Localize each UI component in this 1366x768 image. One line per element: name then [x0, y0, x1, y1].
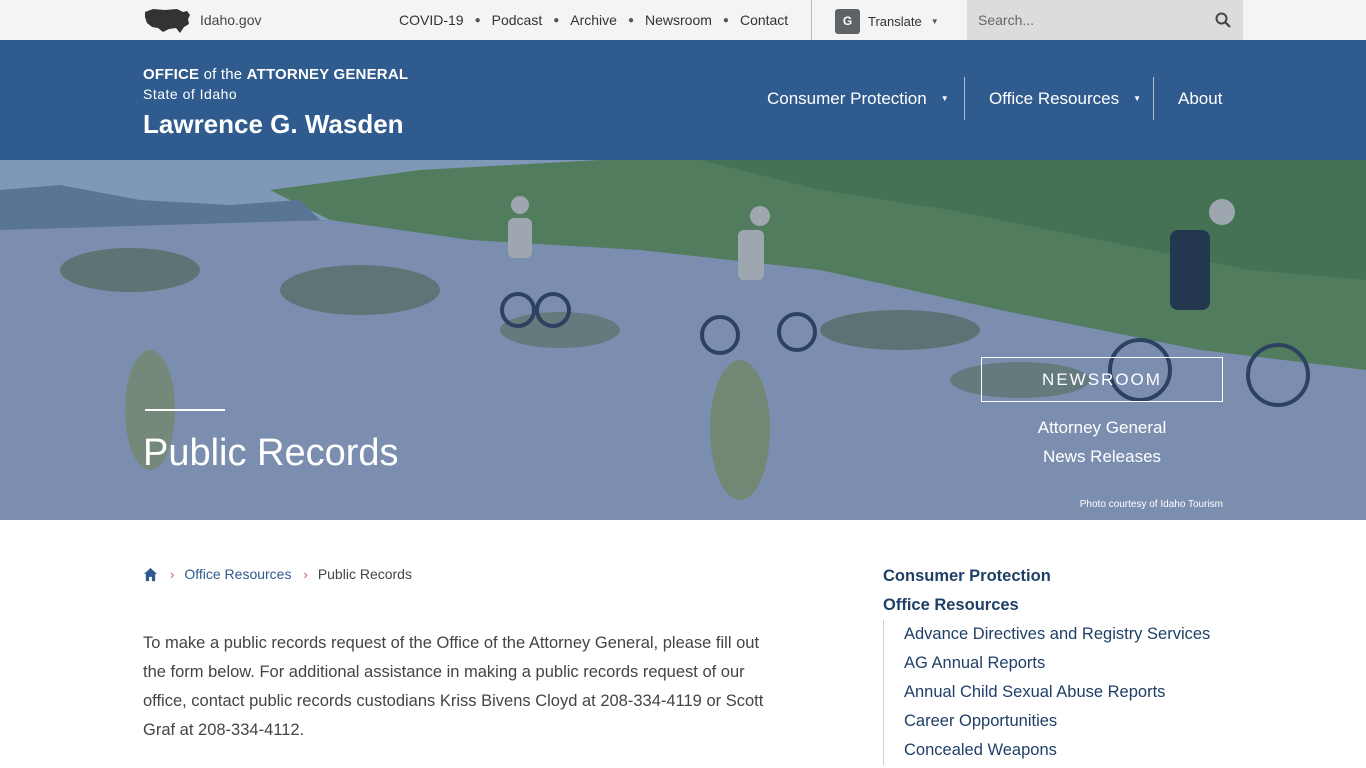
breadcrumb-office-resources[interactable]: Office Resources — [184, 566, 291, 582]
state-label: State of Idaho — [143, 86, 238, 102]
separator-dot: ● — [474, 14, 481, 26]
sidenav-submenu: Advance Directives and Registry Services… — [883, 620, 1243, 765]
archive-link[interactable]: Archive — [570, 12, 617, 28]
caret-down-icon: ▼ — [930, 16, 939, 26]
utility-bar: Idaho.gov COVID-19 ● Podcast ● Archive ●… — [0, 0, 1366, 40]
page-title: Public Records — [143, 432, 399, 474]
caret-down-icon: ▼ — [940, 94, 949, 103]
chevron-right-icon: › — [170, 566, 175, 582]
nav-about[interactable]: About — [1178, 77, 1222, 120]
utility-links: COVID-19 ● Podcast ● Archive ● Newsroom … — [399, 0, 788, 40]
nav-office-resources[interactable]: Office Resources ▼ — [989, 77, 1141, 120]
newsroom-button[interactable]: NEWSROOM — [981, 357, 1223, 402]
idaho-gov-label: Idaho.gov — [200, 12, 262, 28]
nav-separator — [964, 77, 965, 120]
home-icon[interactable] — [143, 567, 158, 582]
sidenav-office-resources[interactable]: Office Resources — [883, 591, 1243, 620]
photo-credit: Photo courtesy of Idaho Tourism — [1079, 499, 1223, 510]
separator-dot: ● — [722, 14, 729, 26]
usa-map-icon — [145, 9, 190, 33]
site-header: OFFICE of the ATTORNEY GENERAL State of … — [0, 40, 1366, 160]
hero-banner: Public Records NEWSROOM Attorney General… — [0, 160, 1366, 520]
nav-separator — [1153, 77, 1154, 120]
nav-label: Office Resources — [989, 88, 1120, 108]
sidenav-ag-annual-reports[interactable]: AG Annual Reports — [904, 649, 1243, 678]
intro-paragraph: To make a public records request of the … — [143, 634, 764, 739]
search-icon[interactable] — [1215, 12, 1231, 28]
google-translate-icon: G — [835, 8, 860, 34]
covid-19-link[interactable]: COVID-19 — [399, 12, 464, 28]
contact-link[interactable]: Contact — [740, 12, 788, 28]
breadcrumb-current: Public Records — [317, 566, 412, 582]
utility-divider — [811, 0, 812, 40]
title-rule — [145, 409, 225, 411]
attorney-general-news-link[interactable]: Attorney General — [981, 413, 1223, 442]
translate-dropdown[interactable]: G Translate ▼ — [835, 8, 939, 34]
site-brand[interactable]: OFFICE of the ATTORNEY GENERAL State of … — [143, 66, 408, 142]
separator-dot: ● — [627, 14, 634, 26]
office-title: OFFICE of the ATTORNEY GENERAL — [143, 66, 409, 83]
caret-down-icon: ▼ — [1133, 94, 1141, 103]
news-releases-link[interactable]: News Releases — [981, 442, 1223, 471]
podcast-link[interactable]: Podcast — [492, 12, 543, 28]
side-navigation: Consumer Protection Office Resources Adv… — [883, 562, 1243, 765]
nav-label: Consumer Protection — [767, 88, 927, 108]
nav-label: About — [1178, 88, 1223, 108]
sidenav-advance-directives[interactable]: Advance Directives and Registry Services — [904, 620, 1243, 649]
nav-consumer-protection[interactable]: Consumer Protection ▼ — [767, 77, 949, 120]
breadcrumb: › Office Resources › Public Records — [143, 564, 412, 584]
attorney-general-name: Lawrence G. Wasden — [143, 109, 404, 139]
translate-label: Translate — [868, 13, 922, 29]
sidenav-consumer-protection[interactable]: Consumer Protection — [883, 562, 1243, 591]
sidenav-career-opportunities[interactable]: Career Opportunities — [904, 707, 1243, 736]
sidenav-concealed-weapons[interactable]: Concealed Weapons — [904, 736, 1243, 765]
sidenav-child-abuse-reports[interactable]: Annual Child Sexual Abuse Reports — [904, 678, 1243, 707]
newsroom-links: Attorney General News Releases — [981, 413, 1223, 471]
search-box — [967, 0, 1243, 40]
idaho-gov-link[interactable]: Idaho.gov — [143, 6, 262, 34]
separator-dot: ● — [553, 14, 560, 26]
newsroom-link[interactable]: Newsroom — [645, 12, 712, 28]
chevron-right-icon: › — [303, 566, 308, 582]
search-input[interactable] — [967, 0, 1207, 40]
